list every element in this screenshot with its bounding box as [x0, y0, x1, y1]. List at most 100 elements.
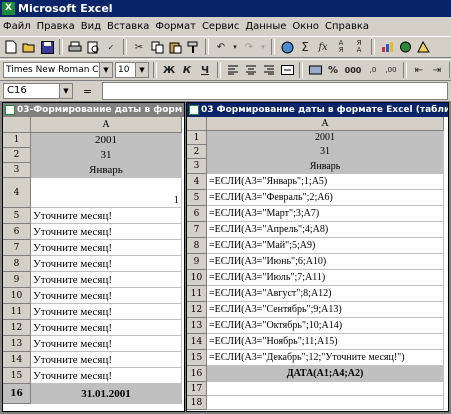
sheet-cell[interactable]: =ЕСЛИ(A3="Ноябрь";11;A15) [207, 334, 444, 350]
align-right-icon[interactable] [261, 62, 277, 78]
row-header[interactable]: 14 [187, 334, 207, 350]
print-preview-icon[interactable] [85, 39, 101, 55]
workbook-window-formulas[interactable]: 03 Формирование даты в формате Excel (та… [186, 102, 449, 412]
sheet-cell[interactable]: =ЕСЛИ(A3="Апрель";4;A8) [207, 222, 444, 238]
window-title-bar[interactable]: 03 Формирование даты в формате Excel (та… [187, 103, 448, 117]
row-header[interactable]: 2 [3, 148, 31, 163]
open-icon[interactable] [21, 39, 37, 55]
select-all-corner[interactable] [187, 117, 207, 131]
menu-view[interactable]: Вид [78, 21, 104, 32]
row-header[interactable]: 8 [3, 256, 31, 272]
chevron-down-icon[interactable]: ▼ [59, 84, 72, 98]
save-icon[interactable] [39, 39, 55, 55]
paste-icon[interactable] [167, 39, 183, 55]
name-box[interactable]: C16 ▼ [3, 83, 73, 99]
sheet-cell[interactable]: =ЕСЛИ(A3="Январь";1;A5) [207, 174, 444, 190]
sheet-cell[interactable]: ДАТА(A1;A4;A2) [207, 366, 444, 382]
sheet-cell[interactable]: Уточните месяц! [31, 288, 182, 304]
sheet-cell[interactable]: =ЕСЛИ(A3="Август";8;A12) [207, 286, 444, 302]
sort-ascending-icon[interactable]: AЯ [333, 39, 349, 55]
column-header-a[interactable]: A [31, 117, 182, 133]
row-header[interactable]: 9 [3, 272, 31, 288]
sheet-cell[interactable]: 1 [31, 178, 182, 208]
chart-wizard-icon[interactable] [379, 39, 395, 55]
menu-window[interactable]: Окно [289, 21, 322, 32]
row-header[interactable]: 10 [3, 288, 31, 304]
sheet-cell[interactable]: Уточните месяц! [31, 272, 182, 288]
undo-icon[interactable]: ↶ [213, 39, 229, 55]
menu-insert[interactable]: Вставка [104, 21, 152, 32]
currency-icon[interactable] [307, 62, 323, 78]
italic-button[interactable]: К [179, 62, 195, 78]
sheet-cell[interactable]: 2001 [207, 131, 444, 145]
thousands-button[interactable]: 000 [343, 62, 363, 78]
row-header[interactable]: 5 [187, 190, 207, 206]
print-icon[interactable] [67, 39, 83, 55]
increase-indent-icon[interactable]: ⇥ [429, 62, 445, 78]
formula-input[interactable] [102, 82, 448, 100]
row-header[interactable]: 12 [3, 320, 31, 336]
menu-tools[interactable]: Сервис [199, 21, 242, 32]
align-left-icon[interactable] [225, 62, 241, 78]
drawing-icon[interactable] [415, 39, 431, 55]
percent-button[interactable]: % [325, 62, 341, 78]
hyperlink-icon[interactable] [279, 39, 295, 55]
sheet-cell[interactable]: =ЕСЛИ(A3="Декабрь";12;"Уточните месяц!") [207, 350, 444, 366]
row-header[interactable]: 16 [3, 384, 31, 404]
row-header[interactable]: 7 [187, 222, 207, 238]
menu-file[interactable]: Файл [0, 21, 34, 32]
redo-dropdown-icon[interactable]: ▾ [259, 39, 267, 55]
sheet-cell[interactable]: Уточните месяц! [31, 336, 182, 352]
row-header[interactable]: 5 [3, 208, 31, 224]
sheet-cell[interactable]: =ЕСЛИ(A3="Май";5;A9) [207, 238, 444, 254]
row-header[interactable]: 7 [3, 240, 31, 256]
sheet-cell[interactable]: =ЕСЛИ(A3="Сентябрь";9;A13) [207, 302, 444, 318]
row-header[interactable]: 1 [187, 131, 207, 145]
sheet-cell[interactable]: Январь [31, 163, 182, 178]
formula-equals-sign[interactable]: = [77, 85, 98, 98]
row-header[interactable]: 6 [187, 206, 207, 222]
row-header[interactable]: 16 [187, 366, 207, 382]
row-header[interactable]: 6 [3, 224, 31, 240]
row-header[interactable]: 15 [3, 368, 31, 384]
sheet-cell[interactable] [207, 396, 444, 410]
map-icon[interactable] [397, 39, 413, 55]
sheet-cell[interactable]: Уточните месяц! [31, 304, 182, 320]
row-header[interactable]: 15 [187, 350, 207, 366]
sheet-cell[interactable]: Уточните месяц! [31, 224, 182, 240]
row-header[interactable]: 12 [187, 302, 207, 318]
chevron-down-icon[interactable]: ▼ [135, 63, 148, 77]
column-header-a[interactable]: A [207, 117, 444, 131]
menu-edit[interactable]: Правка [34, 21, 78, 32]
window-title-bar[interactable]: 03-Формирование даты в форм [3, 103, 184, 117]
menu-format[interactable]: Формат [152, 21, 199, 32]
row-header[interactable]: 4 [187, 174, 207, 190]
row-header[interactable]: 11 [187, 286, 207, 302]
row-header[interactable]: 13 [3, 336, 31, 352]
row-header[interactable]: 14 [3, 352, 31, 368]
select-all-corner[interactable] [3, 117, 31, 133]
row-header[interactable]: 8 [187, 238, 207, 254]
sheet-cell[interactable]: =ЕСЛИ(A3="Июнь";6;A10) [207, 254, 444, 270]
row-header[interactable]: 1 [3, 133, 31, 148]
merge-center-icon[interactable] [279, 62, 295, 78]
sheet-cell[interactable]: Январь [207, 159, 444, 174]
font-name-combo[interactable]: Times New Roman Cyr ▼ [3, 62, 113, 78]
sheet-cell[interactable]: 31.01.2001 [31, 384, 182, 404]
function-icon[interactable]: fx [315, 39, 331, 55]
row-header[interactable]: 10 [187, 270, 207, 286]
format-painter-icon[interactable] [185, 39, 201, 55]
sheet-cell[interactable]: 2001 [31, 133, 182, 148]
sheet-cell[interactable]: 31 [207, 145, 444, 159]
row-header[interactable]: 3 [187, 159, 207, 174]
sheet-cell[interactable]: =ЕСЛИ(A3="Июль";7;A11) [207, 270, 444, 286]
row-header[interactable]: 2 [187, 145, 207, 159]
cut-icon[interactable]: ✂ [131, 39, 147, 55]
menu-help[interactable]: Справка [322, 21, 372, 32]
sort-descending-icon[interactable]: ЯA [351, 39, 367, 55]
row-header[interactable]: 13 [187, 318, 207, 334]
new-icon[interactable] [3, 39, 19, 55]
decrease-indent-icon[interactable]: ⇤ [411, 62, 427, 78]
chevron-down-icon[interactable]: ▼ [99, 63, 112, 77]
row-header[interactable]: 17 [187, 382, 207, 396]
